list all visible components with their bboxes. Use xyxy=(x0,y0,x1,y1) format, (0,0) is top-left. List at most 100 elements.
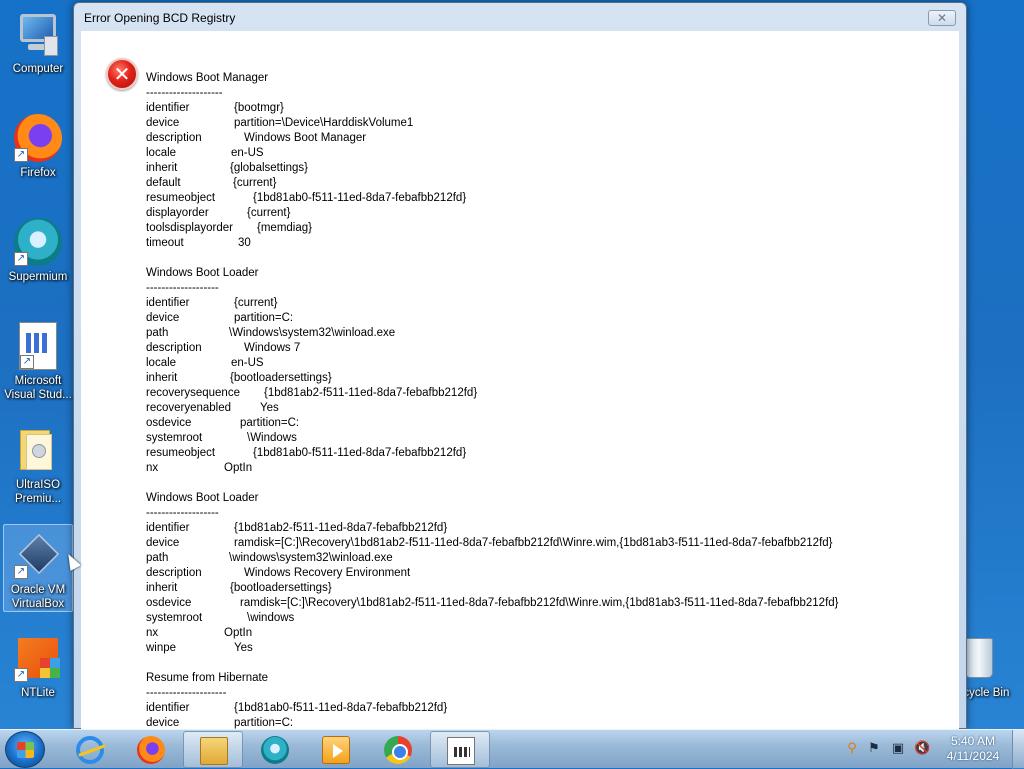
desktop-icon-ultraiso[interactable]: UltraISO Premiu... xyxy=(3,420,73,506)
bcd-editor-icon xyxy=(447,737,475,765)
message-line: toolsdisplayorder {memdiag} xyxy=(146,221,946,236)
message-key: resumeobject xyxy=(146,447,216,459)
dialog-titlebar[interactable]: Error Opening BCD Registry ✕ xyxy=(74,3,966,33)
desktop-icon-supermium[interactable]: ↗ Supermium xyxy=(3,212,73,284)
message-value: en-US xyxy=(231,357,264,369)
desktop-icon-virtualbox[interactable]: ↗ Oracle VM VirtualBox xyxy=(3,524,73,612)
system-clock[interactable]: 5:40 AM 4/11/2024 xyxy=(938,734,1008,764)
start-button[interactable] xyxy=(5,731,45,768)
desktop-icon-computer[interactable]: Computer xyxy=(3,4,73,76)
error-dialog: Error Opening BCD Registry ✕ ✕ Windows B… xyxy=(73,2,967,730)
desktop-icon-visual-studio[interactable]: ↗ Microsoft Visual Stud... xyxy=(3,316,73,402)
message-key: Windows Boot Loader xyxy=(146,492,259,504)
message-line: systemroot \Windows xyxy=(146,431,946,446)
desktop-icon-firefox[interactable]: ↗ Firefox xyxy=(3,108,73,180)
taskbar: ⚲ ⚑ ▣ 🔇 5:40 AM 4/11/2024 xyxy=(0,729,1024,769)
message-key: device xyxy=(146,717,180,729)
message-key: recoveryenabled xyxy=(146,402,232,414)
desktop-icon-label: Supermium xyxy=(8,271,68,283)
dialog-title: Error Opening BCD Registry xyxy=(84,11,236,25)
message-value: Windows 7 xyxy=(244,342,301,354)
message-line: description Windows Recovery Environment xyxy=(146,566,946,581)
message-line: Windows Boot Loader xyxy=(146,491,946,506)
message-line: default {current} xyxy=(146,176,946,191)
ntlite-icon: ↗ xyxy=(14,634,62,682)
message-line: -------------------- xyxy=(146,86,946,101)
shortcut-arrow-icon: ↗ xyxy=(14,252,28,266)
taskbar-bcd-editor[interactable] xyxy=(430,731,490,768)
supermium-icon: ↗ xyxy=(14,218,62,266)
action-center-flag-icon[interactable]: ⚑ xyxy=(866,741,882,757)
message-line: identifier {1bd81ab2-f511-11ed-8da7-febaf… xyxy=(146,521,946,536)
show-desktop-button[interactable] xyxy=(1012,730,1024,769)
taskbar-firefox[interactable] xyxy=(121,731,181,768)
message-key: Windows Boot Loader xyxy=(146,267,259,279)
taskbar-internet-explorer[interactable] xyxy=(60,731,120,768)
message-key: default xyxy=(146,177,181,189)
message-line: inherit {bootloadersettings} xyxy=(146,371,946,386)
message-line: osdevice ramdisk=[C:]\Recovery\1bd81ab2-f… xyxy=(146,596,946,611)
message-line: path \windows\system32\winload.exe xyxy=(146,551,946,566)
message-key: timeout xyxy=(146,237,184,249)
message-value: ramdisk=[C:]\Recovery\1bd81ab2-f511-11ed… xyxy=(240,597,839,609)
network-icon[interactable]: ▣ xyxy=(890,741,906,757)
message-key: identifier xyxy=(146,297,190,309)
message-value: {current} xyxy=(247,207,291,219)
message-line xyxy=(146,476,946,491)
firefox-icon xyxy=(137,736,165,764)
message-line: locale en-US xyxy=(146,146,946,161)
message-line: description Windows 7 xyxy=(146,341,946,356)
message-key: winpe xyxy=(146,642,177,654)
error-message: Windows Boot Manager --------------------… xyxy=(146,71,946,730)
taskbar-chrome[interactable] xyxy=(368,731,428,768)
message-line: osdevice partition=C: xyxy=(146,416,946,431)
message-key: resumeobject xyxy=(146,192,216,204)
message-value: OptIn xyxy=(224,627,253,639)
message-key: device xyxy=(146,117,180,129)
message-line: device partition=C: xyxy=(146,716,946,730)
message-value: {memdiag} xyxy=(257,222,312,234)
desktop-icon-label: UltraISO Premiu... xyxy=(14,479,61,505)
message-key: locale xyxy=(146,147,177,159)
message-key: path xyxy=(146,327,169,339)
message-key: description xyxy=(146,132,202,144)
message-line: device ramdisk=[C:]\Recovery\1bd81ab2-f51… xyxy=(146,536,946,551)
dialog-content: ✕ Windows Boot Manager ------------------… xyxy=(81,31,959,730)
message-key: --------------------- xyxy=(146,687,227,699)
message-line: ------------------- xyxy=(146,506,946,521)
volume-muted-icon[interactable]: 🔇 xyxy=(914,741,930,757)
virtualbox-icon: ↗ xyxy=(14,531,62,579)
taskbar-windows-explorer[interactable] xyxy=(183,731,243,768)
clock-time: 5:40 AM xyxy=(950,734,996,748)
message-value: {bootmgr} xyxy=(234,102,284,114)
close-button[interactable]: ✕ xyxy=(928,10,956,26)
message-value: {current} xyxy=(233,177,277,189)
message-value: {current} xyxy=(234,297,278,309)
message-line: identifier {current} xyxy=(146,296,946,311)
firefox-icon: ↗ xyxy=(14,114,62,162)
message-line: path \Windows\system32\winload.exe xyxy=(146,326,946,341)
folder-icon xyxy=(200,737,228,765)
message-line: device partition=\Device\HarddiskVolume1 xyxy=(146,116,946,131)
ultraiso-icon xyxy=(14,426,62,474)
message-value: \windows\system32\winload.exe xyxy=(229,552,393,564)
search-icon[interactable]: ⚲ xyxy=(844,741,860,757)
message-line: systemroot \windows xyxy=(146,611,946,626)
message-value: {1bd81ab2-f511-11ed-8da7-febafbb212fd} xyxy=(264,387,478,399)
desktop-icon-ntlite[interactable]: ↗ NTLite xyxy=(3,628,73,700)
message-line: recoverysequence {1bd81ab2-f511-11ed-8da7… xyxy=(146,386,946,401)
taskbar-media-player[interactable] xyxy=(306,731,366,768)
shortcut-arrow-icon: ↗ xyxy=(14,668,28,682)
message-key: recoverysequence xyxy=(146,387,240,399)
message-key: description xyxy=(146,342,202,354)
message-value: Windows Recovery Environment xyxy=(244,567,411,579)
message-key: displayorder xyxy=(146,207,209,219)
message-value: partition=C: xyxy=(234,312,294,324)
chrome-icon xyxy=(384,736,412,764)
taskbar-supermium[interactable] xyxy=(245,731,305,768)
message-key: identifier xyxy=(146,522,190,534)
message-line xyxy=(146,251,946,266)
message-line xyxy=(146,656,946,671)
message-line: Windows Boot Manager xyxy=(146,71,946,86)
message-line: resumeobject {1bd81ab0-f511-11ed-8da7-feb… xyxy=(146,446,946,461)
